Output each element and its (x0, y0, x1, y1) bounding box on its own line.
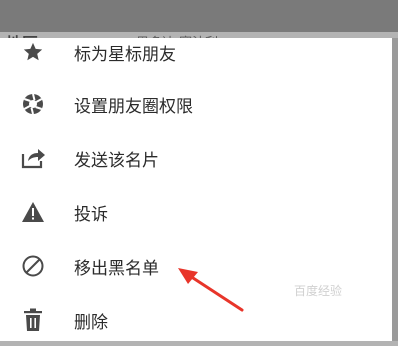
warning-icon (20, 199, 46, 225)
menu-label: 移出黑名单 (74, 258, 159, 279)
menu-label: 删除 (74, 312, 108, 333)
annotation-arrow (178, 268, 244, 312)
menu-label: 发送该名片 (74, 150, 159, 171)
watermark: 百度经验 (294, 284, 343, 298)
menu-label: 投诉 (74, 204, 108, 225)
screen-edge (392, 38, 398, 341)
menu-item-moments-permission[interactable]: 设置朋友圈权限 (0, 78, 392, 130)
block-icon (20, 253, 46, 279)
menu-item-star-friend[interactable]: 标为星标朋友 (0, 26, 392, 78)
aperture-icon (20, 91, 46, 117)
menu-label: 设置朋友圈权限 (74, 96, 193, 117)
share-icon (20, 145, 46, 171)
menu-item-send-card[interactable]: 发送该名片 (0, 132, 392, 184)
menu-item-complain[interactable]: 投诉 (0, 186, 392, 238)
star-icon (20, 39, 46, 65)
trash-icon (20, 307, 46, 333)
menu-label: 标为星标朋友 (74, 44, 176, 65)
